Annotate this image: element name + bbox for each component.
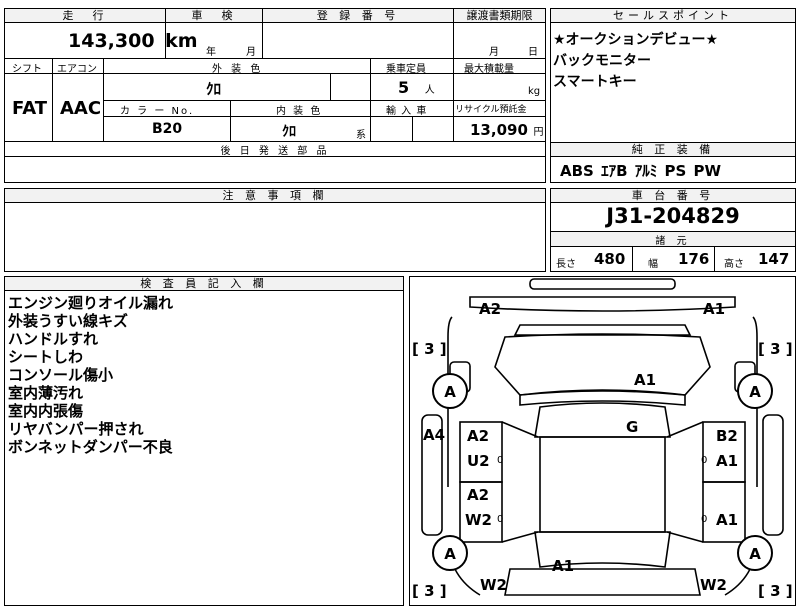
interior-color-suffix: 系 <box>356 130 366 141</box>
registration-header: 登 録 番 号 <box>263 9 453 23</box>
tread-front-right: [ 3 ] <box>758 340 793 358</box>
mark-front-left: A2 <box>479 300 502 318</box>
inspector-notes-header: 検 査 員 記 入 欄 <box>5 277 403 291</box>
color-no-value: B20 <box>152 121 183 137</box>
mark-right-front-door-2: A1 <box>716 452 739 470</box>
width-label: 幅 <box>648 259 658 270</box>
inspector-note: ハンドルすれ <box>8 330 99 348</box>
sales-point-list: ★オークションデビュー★ バックモニター スマートキー <box>553 30 718 93</box>
inspector-notes-list: エンジン廻りオイル漏れ 外装うすい線キズ ハンドルすれ シートしわ コンソール傷… <box>8 294 173 456</box>
mark-front-right: A1 <box>703 300 726 318</box>
transfer-month-label: 月 <box>489 47 499 58</box>
inspector-note: 室内内張傷 <box>8 402 84 420</box>
capacity-value: 5 人 <box>398 78 435 97</box>
exterior-color-value: ｸﾛ <box>206 80 222 98</box>
color-no-label: カ ラ ー No. <box>120 106 195 117</box>
door-handle-icon: 0 <box>701 455 708 466</box>
mark-rear-left: W2 <box>480 576 507 594</box>
inspector-note: 外装うすい線キズ <box>8 312 129 330</box>
tread-rear-left: [ 3 ] <box>412 582 447 600</box>
shift-value: FAT <box>12 98 48 119</box>
genuine-equipment-header: 純 正 装 備 <box>551 143 795 157</box>
chassis-number: J31-204829 <box>606 204 740 228</box>
mark-hood: A1 <box>634 371 657 389</box>
mileage-value: 143,300 km <box>68 30 198 52</box>
door-handle-icon: 0 <box>701 514 708 525</box>
recycle-label: リサイクル預託金 <box>455 105 527 115</box>
inspector-note: リヤバンパー押され <box>8 420 144 438</box>
inspector-note: 室内薄汚れ <box>8 384 84 402</box>
inspection-header: 車 検 <box>166 9 262 23</box>
aircon-value: AAC <box>60 98 102 119</box>
tire-front-left: A <box>432 373 468 409</box>
door-handle-icon: 0 <box>497 514 504 525</box>
mark-rear-right: W2 <box>700 576 727 594</box>
width-value: 176 <box>678 250 710 268</box>
sales-point-item: バックモニター <box>553 53 651 69</box>
interior-color-label: 内 装 色 <box>276 106 323 117</box>
mark-left-side: A4 <box>423 426 446 444</box>
mark-left-front-door: A2 <box>467 427 490 445</box>
specs-header: 諸 元 <box>551 232 795 247</box>
inspection-year-label: 年 <box>206 47 216 58</box>
door-handle-icon: 0 <box>497 455 504 466</box>
chassis-header: 車 台 番 号 <box>551 189 795 203</box>
caution-header: 注 意 事 項 欄 <box>5 189 545 203</box>
inspector-note: エンジン廻りオイル漏れ <box>8 294 174 312</box>
mileage-header: 走 行 <box>5 9 165 23</box>
tread-rear-right: [ 3 ] <box>758 582 793 600</box>
mark-right-front-door: B2 <box>716 427 738 445</box>
mark-trunk: A1 <box>552 557 575 575</box>
inspection-month-label: 月 <box>246 47 256 58</box>
interior-color-value: ｸﾛ <box>282 124 296 140</box>
tire-front-right: A <box>737 373 773 409</box>
tire-rear-right: A <box>737 535 773 571</box>
tread-front-left: [ 3 ] <box>412 340 447 358</box>
mark-left-rear-door: A2 <box>467 486 490 504</box>
height-label: 高さ <box>724 259 744 270</box>
sales-point-item: スマートキー <box>553 74 637 90</box>
height-value: 147 <box>758 250 790 268</box>
later-parts-label: 後 日 発 送 部 品 <box>220 146 330 157</box>
mark-left-front-door-2: U2 <box>467 452 490 470</box>
mark-roof: G <box>626 418 639 436</box>
inspector-note: シートしわ <box>8 348 84 366</box>
sales-point-header: セールスポイント <box>551 9 795 23</box>
length-label: 長さ <box>556 259 576 270</box>
tire-rear-left: A <box>432 535 468 571</box>
length-value: 480 <box>594 250 626 268</box>
mark-left-rear-door-2: W2 <box>465 511 492 529</box>
import-label: 輸 入 車 <box>386 106 428 117</box>
genuine-equipment-value: ABS ｴｱB ｱﾙﾐ PS PW <box>560 162 722 180</box>
transfer-header: 譲渡書類期限 <box>454 9 545 23</box>
recycle-value: 13,090 円 <box>470 121 544 139</box>
inspector-note: ボンネットダンパー不良 <box>8 438 173 456</box>
mark-right-rear-door: A1 <box>716 511 739 529</box>
max-load-unit: kg <box>528 86 541 97</box>
sales-point-item: ★オークションデビュー★ <box>553 32 719 48</box>
inspector-note: コンソール傷小 <box>8 366 114 384</box>
transfer-day-label: 日 <box>528 47 538 58</box>
